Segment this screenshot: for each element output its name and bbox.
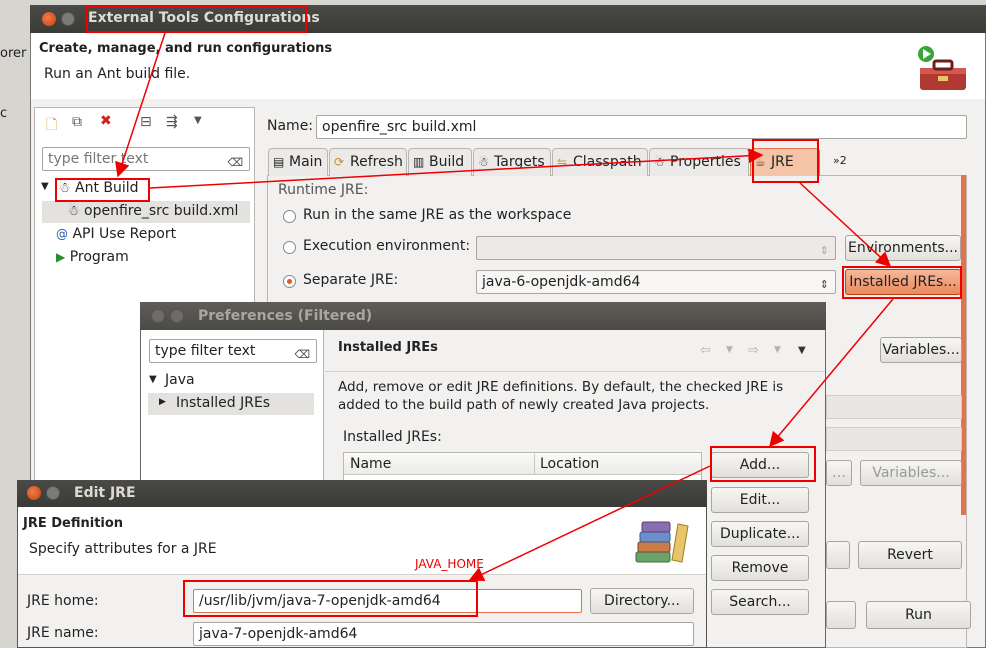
annotation-arrows	[115, 32, 894, 581]
